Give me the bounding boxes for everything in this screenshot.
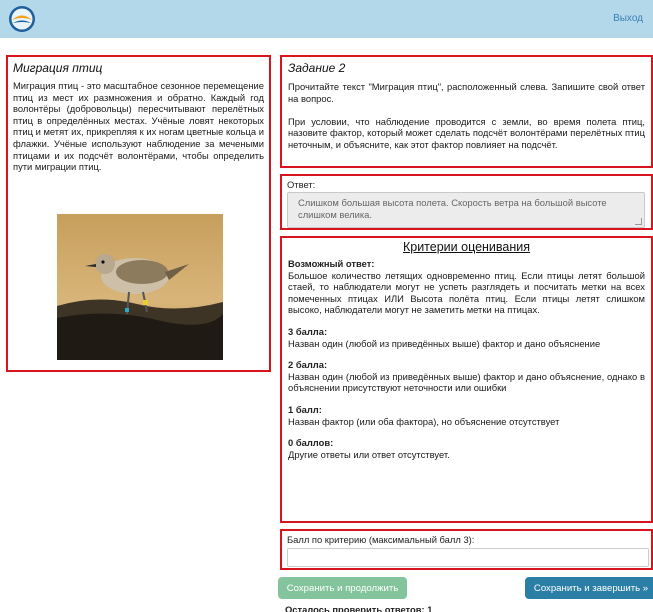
possible-answer-text: Большое количество летящих одновременно …	[288, 269, 645, 316]
criterion-3-heading: 3 балла:	[288, 325, 328, 337]
logo-icon	[9, 6, 35, 32]
criterion-1-text: Назван фактор (или оба фактора), но объя…	[288, 415, 560, 427]
score-input[interactable]	[287, 548, 649, 567]
bird-image-icon	[57, 214, 223, 360]
criterion-0-heading: 0 баллов:	[288, 437, 334, 449]
task-panel: Задание 2 Прочитайте текст "Миграция пти…	[280, 55, 653, 168]
logout-link[interactable]: Выход	[613, 13, 643, 24]
bird-photo	[57, 214, 223, 360]
task-paragraph-2: При условии, что наблюдение проводится с…	[288, 115, 645, 151]
remaining-count: Осталось проверить ответов: 1	[285, 604, 433, 612]
save-finish-button[interactable]: Сохранить и завершить »	[525, 577, 653, 599]
possible-answer-heading: Возможный ответ:	[288, 258, 375, 269]
article-text: Миграция птиц - это масштабное сезонное …	[13, 80, 264, 173]
answer-textarea[interactable]: Слишком большая высота полета. Скорость …	[287, 192, 645, 228]
score-label: Балл по критерию (максимальный балл 3):	[287, 534, 475, 545]
criterion-3-text: Назван один (любой из приведённых выше) …	[288, 337, 601, 349]
criterion-0-text: Другие ответы или ответ отсутствует.	[288, 448, 450, 460]
task-title: Задание 2	[288, 61, 346, 75]
top-bar: Выход	[0, 0, 653, 38]
article-panel: Миграция птиц Миграция птиц - это масшта…	[6, 55, 271, 372]
criteria-title: Критерии оценивания	[402, 240, 531, 254]
article-title: Миграция птиц	[13, 61, 103, 75]
save-continue-button[interactable]: Сохранить и продолжить	[278, 577, 407, 599]
criteria-panel: Критерии оценивания Возможный ответ: Бол…	[280, 236, 653, 523]
answer-panel: Ответ: Слишком большая высота полета. Ск…	[280, 174, 653, 230]
criterion-2-text: Назван один (любой из приведённых выше) …	[288, 370, 645, 394]
score-panel: Балл по критерию (максимальный балл 3):	[280, 529, 653, 570]
criterion-2-heading: 2 балла:	[288, 359, 328, 371]
criterion-1-heading: 1 балл:	[288, 403, 322, 415]
answer-label: Ответ:	[287, 179, 316, 190]
task-paragraph-1: Прочитайте текст "Миграция птиц", распол…	[288, 81, 645, 104]
